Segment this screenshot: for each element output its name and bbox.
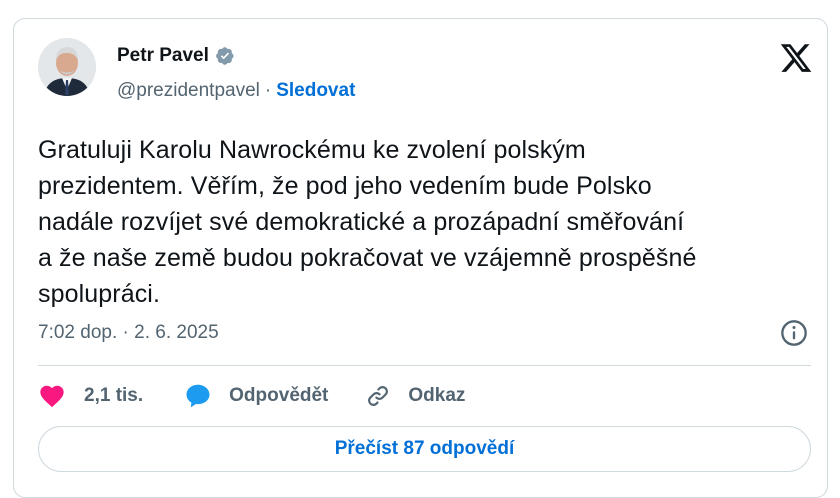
read-replies-button[interactable]: Přečíst 87 odpovědí bbox=[38, 426, 811, 472]
author-handle-row: @prezidentpavel · Sledovat bbox=[117, 80, 355, 102]
follow-button[interactable]: Sledovat bbox=[276, 80, 355, 102]
verified-badge-icon bbox=[215, 47, 234, 65]
x-logo-icon[interactable] bbox=[779, 41, 813, 75]
copy-link-button[interactable]: Odkaz bbox=[365, 383, 465, 409]
tweet-card: Petr Pavel @prezidentpavel · Sledovat Gr… bbox=[13, 18, 828, 498]
reply-button[interactable]: Odpovědět bbox=[183, 381, 328, 411]
separator: · bbox=[264, 80, 272, 101]
info-icon[interactable] bbox=[780, 319, 808, 347]
like-button[interactable]: 2,1 tis. bbox=[38, 382, 143, 410]
tweet-text: Gratuluji Karolu Nawrockému ke zvolení p… bbox=[38, 136, 697, 308]
author-name[interactable]: Petr Pavel bbox=[117, 45, 209, 67]
speech-bubble-icon bbox=[186, 384, 210, 408]
tweet-timestamp[interactable]: 7:02 dop. · 2. 6. 2025 bbox=[38, 322, 219, 344]
reply-label: Odpovědět bbox=[229, 385, 329, 406]
author-name-row: Petr Pavel bbox=[117, 45, 235, 67]
like-count: 2,1 tis. bbox=[84, 385, 144, 406]
author-handle[interactable]: @prezidentpavel bbox=[117, 80, 260, 102]
heart-icon bbox=[40, 385, 64, 408]
link-icon bbox=[368, 386, 389, 406]
tweet-actions: 2,1 tis. Odpovědět Odkaz bbox=[38, 381, 465, 411]
link-label: Odkaz bbox=[408, 385, 466, 406]
divider bbox=[38, 365, 811, 366]
avatar-portrait-icon bbox=[38, 38, 96, 96]
avatar[interactable] bbox=[38, 38, 96, 96]
